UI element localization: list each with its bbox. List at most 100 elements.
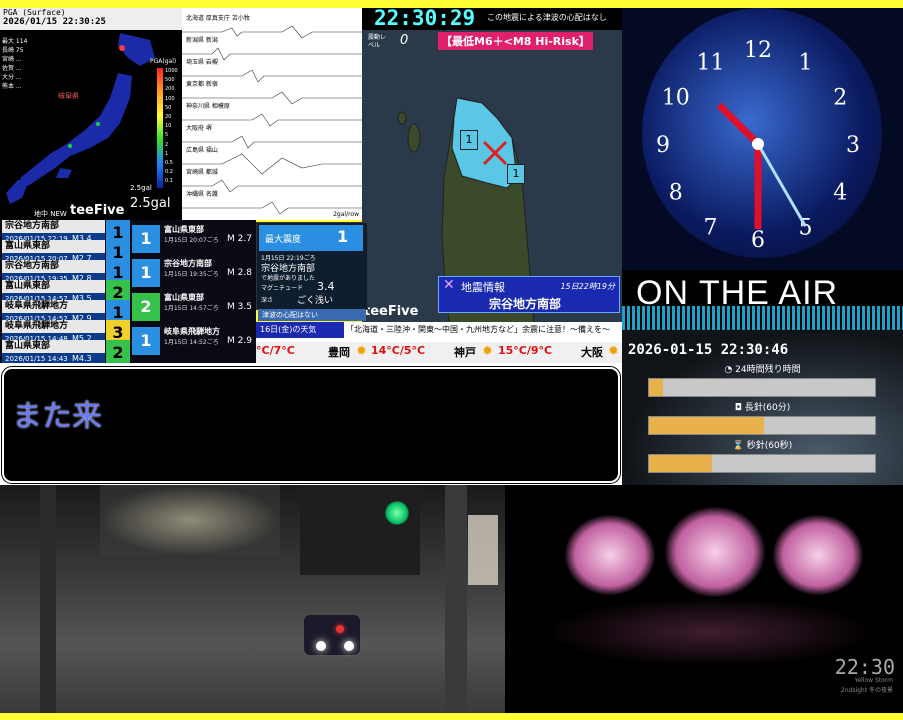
- station-label: 北海道 厚真支庁 苫小牧: [186, 15, 250, 22]
- bar-label: ◔ 24時間残り時間: [622, 362, 903, 375]
- station-label: 宮崎県 都城: [186, 169, 218, 176]
- street-camera-feed: [0, 485, 505, 713]
- risk-banner: 【最低M6＋<M8 Hi-Risk】: [438, 32, 593, 50]
- weather-city: 神戸: [454, 346, 476, 359]
- digital-clock: 22:30:29: [374, 8, 476, 30]
- progress-bar-second: [648, 454, 876, 473]
- hourglass-icon: ⌛: [732, 441, 747, 451]
- flower: [773, 515, 863, 595]
- scale-tick: 50: [165, 104, 172, 111]
- station-label: 大阪府 堺: [186, 125, 212, 132]
- station-label: 神奈川県 相模原: [186, 103, 230, 110]
- bar-label-text: 長針(60分): [744, 403, 791, 413]
- station-label: 沖縄県 名護: [186, 191, 218, 198]
- scale-tick: 20: [165, 113, 172, 120]
- clock-number: 12: [744, 38, 772, 63]
- detail-depth: ごく浅い: [297, 296, 334, 306]
- quake-region: 富山県東部: [2, 340, 105, 353]
- card-date: 1月15日 20:07ごろ: [164, 237, 219, 244]
- quake-card[interactable]: 2 富山県東部 1月15日 14:57ごろ M 3.5: [132, 290, 254, 324]
- quake-info-box: ✕ 地震情報 15日22時19分 宗谷地方南部: [438, 276, 620, 313]
- clock-number: 2: [833, 86, 847, 111]
- sun-icon: ✹: [356, 344, 367, 359]
- weather-ticker: 16日(金)の天気 「北海道・三陸沖・関東〜中国・九州地方など」余震に注意！〜備…: [256, 322, 622, 363]
- quake-card[interactable]: 1 岐阜県飛騨地方 1月15日 14:52ごろ M 2.9: [132, 324, 254, 358]
- earthquake-info-panel: 22:30:29 この地震による津波の心配はなし 震動レベル 0 【最低M6＋<…: [362, 8, 622, 363]
- quake-region: 富山県東部: [2, 280, 105, 293]
- close-icon: ✕: [443, 277, 455, 293]
- level-value: 0: [400, 33, 409, 48]
- chat-message: また来: [12, 399, 102, 434]
- cam2-caption: Yellow Storm: [854, 677, 893, 684]
- detail-intensity: 1: [337, 227, 349, 246]
- seismic-map-panel: PGA (Surface) 2026/01/15 22:30:25 最大 114…: [0, 8, 182, 220]
- earthquake-list-panel: 宗谷地方南部 2026/01/15 22:19 M3.4 1 富山県東部 2026/01…: [0, 220, 256, 363]
- scale-tick-labels: 1000 500 200 100 50 20 10 5 2 1 0.5 0.2 …: [165, 68, 182, 187]
- clock-number: 9: [656, 133, 670, 158]
- analog-clock-panel: 12 1 2 3 4 5 6 7 8 9 10 11: [622, 8, 903, 270]
- station-label: 東京都 新宿: [186, 81, 218, 88]
- audio-visualizer: [622, 306, 903, 330]
- max-pga-label: 2.5gal: [130, 196, 171, 211]
- clock-number: 4: [833, 181, 847, 206]
- weather-temp: °C/7°C: [256, 344, 295, 357]
- station-labels: 北海道 厚真支庁 苫小牧 新潟県 新潟 埼玉県 岩槻 東京都 新宿 神奈川県 相…: [186, 8, 306, 206]
- intensity-badge: 1: [132, 225, 160, 253]
- card-mag: M 2.9: [227, 336, 252, 346]
- clock-number: 7: [704, 215, 718, 240]
- pga-scale: [157, 68, 163, 188]
- info-time: 15日22時19分: [560, 282, 615, 291]
- info-title: 地震情報: [461, 281, 505, 294]
- progress-bar-minute: [648, 416, 876, 435]
- tsunami-note: この地震による津波の心配はなし: [487, 13, 607, 22]
- weather-temp: 15°C/9°C: [498, 344, 553, 357]
- station-label: 広島県 福山: [186, 147, 218, 154]
- card-mag: M 3.5: [227, 302, 252, 312]
- scale-tick: 0.1: [165, 178, 173, 185]
- intensity-marker: 1: [460, 130, 478, 150]
- info-region: 宗谷地方南部: [489, 297, 562, 311]
- bar-label-text: 24時間残り時間: [735, 365, 801, 375]
- scale-tick: 10: [165, 123, 172, 130]
- chat-message-box: また来: [2, 367, 620, 483]
- clock-icon: ◘: [734, 403, 745, 413]
- intensity-badge: 1: [132, 327, 160, 355]
- max-intensity-detail: 最大震度 1 1月15日 22:19ごろ 宗谷地方南部 で地震がありました マグ…: [256, 222, 368, 310]
- brand-logo: teeFive: [70, 203, 125, 218]
- flower: [665, 507, 765, 597]
- quake-card[interactable]: 1 富山県東部 1月15日 20:07ごろ M 2.7: [132, 222, 254, 256]
- progress-bar-24h: [648, 378, 876, 397]
- detail-mag: 3.4: [317, 280, 335, 293]
- weather-city: 豊岡: [328, 346, 350, 359]
- intensity-badge: 2: [132, 293, 160, 321]
- level-label: 震動レベル: [368, 34, 387, 49]
- brand-logo: teeFive: [364, 304, 419, 319]
- clock-number: 3: [846, 133, 860, 158]
- quake-card[interactable]: 1 宗谷地方南部 1月15日 19:35ごろ M 2.8: [132, 256, 254, 290]
- clock-number: 1: [799, 51, 813, 76]
- quake-region: 岐阜県飛騨地方: [2, 300, 105, 313]
- waveform-panel: 北海道 厚真支庁 苫小牧 新潟県 新潟 埼玉県 岩槻 東京都 新宿 神奈川県 相…: [182, 8, 362, 220]
- map-subtitle: 地中 NEW: [34, 210, 67, 218]
- scale-tick: 500: [165, 77, 175, 84]
- card-date: 1月15日 14:57ごろ: [164, 305, 219, 312]
- sun-icon: ✹: [608, 344, 619, 359]
- threshold-label: 2.5gal: [130, 184, 152, 192]
- weather-banner: 「北海道・三陸沖・関東〜中国・九州地方など」余震に注意！〜備えを〜: [346, 325, 610, 334]
- clock-number: 11: [697, 51, 725, 76]
- quake-region: 富山県東部: [2, 240, 105, 253]
- quake-region: 岐阜県飛騨地方: [2, 320, 105, 333]
- list-item[interactable]: 富山県東部 2026/01/15 14:43 M4.3 2: [2, 340, 130, 363]
- scale-tick: 200: [165, 86, 175, 93]
- weather-day: 16日(金)の天気: [256, 322, 344, 338]
- tsunami-footer: 津波の心配はない: [258, 309, 366, 321]
- clock-number: 10: [662, 86, 690, 111]
- quake-mag: M4.3: [72, 354, 92, 363]
- on-air-panel: ON THE AIR 2026-01-15 22:30:46 ◔ 24時間残り時…: [622, 270, 903, 485]
- cam2-caption: 2ndsight 冬の夜景: [840, 687, 893, 694]
- map-header: PGA (Surface): [3, 8, 66, 17]
- bar-label: ⌛ 秒針(60秒): [622, 438, 903, 451]
- weather-city: 大阪: [581, 346, 603, 359]
- card-title: 富山県東部: [164, 225, 204, 234]
- scale-tick: 1000: [165, 68, 178, 74]
